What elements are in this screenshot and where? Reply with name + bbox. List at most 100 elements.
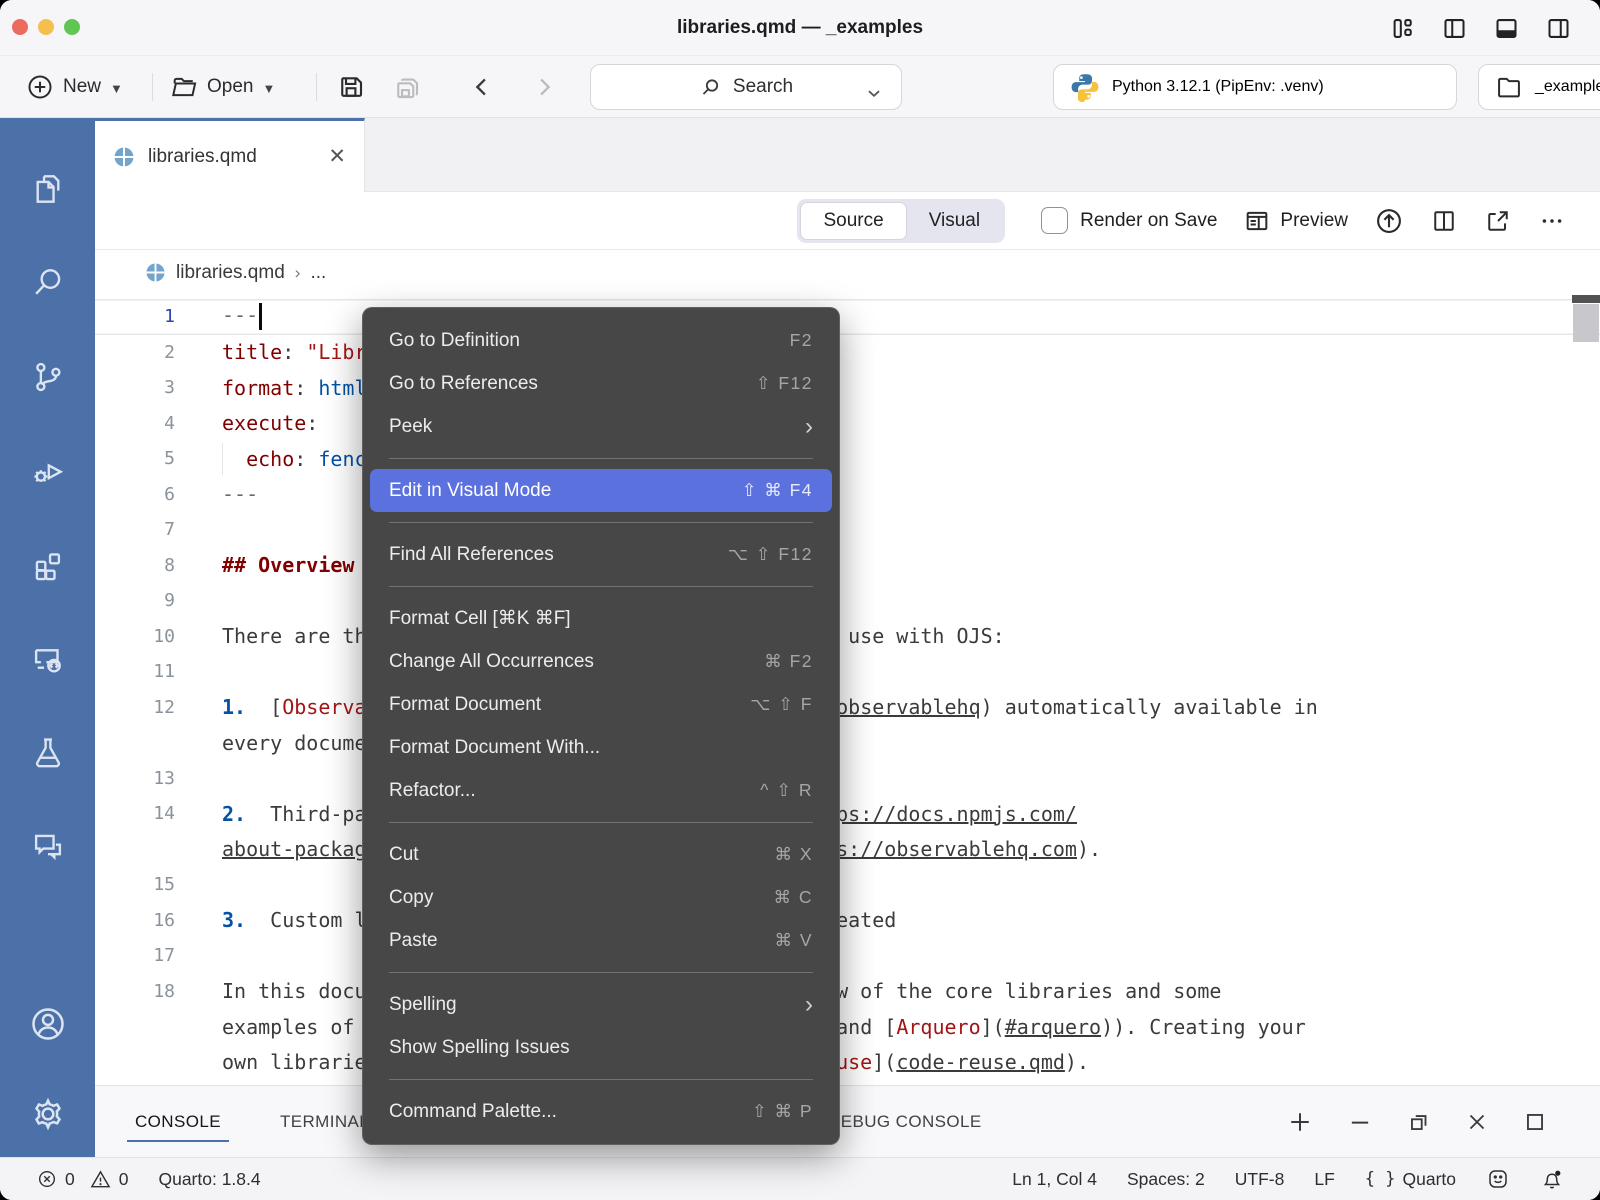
navigate-forward-button[interactable] [530,56,558,117]
code-line[interactable]: 3format: html [95,370,1600,406]
menu-item-go-to-definition[interactable]: Go to DefinitionF2 [363,319,839,362]
quarto-version-status[interactable]: Quarto: 1.8.4 [158,1169,260,1190]
save-all-button[interactable] [392,56,422,117]
breadcrumb[interactable]: libraries.qmd › ... [95,250,1600,295]
open-button[interactable]: Open ▼ [170,56,275,117]
menu-item-change-all-occurrences[interactable]: Change All Occurrences⌘ F2 [363,640,839,683]
menu-item-cut[interactable]: Cut⌘ X [363,833,839,876]
menu-item-peek[interactable]: Peek› [363,405,839,448]
menu-item-show-spelling-issues[interactable]: Show Spelling Issues [363,1026,839,1069]
code-line[interactable]: 8## Overview [95,548,1600,584]
search-chevron-icon[interactable] [863,82,885,104]
customize-layout-icon[interactable] [1389,15,1416,42]
warning-count: 0 [119,1169,129,1190]
panel-minimize-icon[interactable] [1346,1108,1374,1136]
code-line[interactable]: 9 [95,583,1600,619]
remote-explorer-icon[interactable] [0,612,95,706]
toggle-secondary-sidebar-icon[interactable] [1545,15,1572,42]
code-line[interactable]: 17 [95,938,1600,974]
code-line[interactable]: 4execute: [95,406,1600,442]
indentation-status[interactable]: Spaces: 2 [1127,1169,1205,1190]
breadcrumb-more[interactable]: ... [310,262,326,284]
new-button[interactable]: New ▼ [26,56,123,117]
menu-item-go-to-references[interactable]: Go to References⇧ F12 [363,362,839,405]
code-line[interactable]: 1--- [95,299,1600,335]
code-line[interactable]: 2title: "Libraries" [95,335,1600,371]
menu-item-spelling[interactable]: Spelling› [363,983,839,1026]
comments-icon[interactable] [0,800,95,894]
notifications-bell-icon[interactable] [1540,1167,1564,1191]
code-line[interactable]: own libraries is covered in the article … [95,1045,1600,1081]
menu-item-find-all-references[interactable]: Find All References⌥ ⇧ F12 [363,533,839,576]
navigate-back-button[interactable] [468,56,496,117]
code-line[interactable]: 163. Custom libraries you or your collea… [95,903,1600,939]
cursor-position-status[interactable]: Ln 1, Col 4 [1012,1169,1097,1190]
search-sidebar-icon[interactable] [0,236,95,330]
menu-item-paste[interactable]: Paste⌘ V [363,919,839,962]
panel-close-icon[interactable] [1464,1109,1490,1135]
render-button[interactable] [1374,206,1404,236]
language-mode-status[interactable]: { } Quarto [1365,1169,1456,1190]
code-line[interactable]: 142. Third-party JavaScript libraries fr… [95,796,1600,832]
account-icon[interactable] [0,977,95,1071]
code-line[interactable]: 5 echo: fenced [95,441,1600,477]
code-line[interactable]: 10There are three types of libraries you… [95,619,1600,655]
menu-item-copy[interactable]: Copy⌘ C [363,876,839,919]
extensions-icon[interactable] [0,518,95,612]
menu-item-format-document[interactable]: Format Document⌥ ⇧ F [363,683,839,726]
scrollbar-thumb[interactable] [1573,304,1599,342]
project-selector[interactable]: _examples [1478,64,1600,110]
tab-libraries-qmd[interactable]: libraries.qmd ✕ [95,118,365,192]
more-actions-icon[interactable] [1538,207,1566,235]
code-line[interactable]: 18In this document we'll provide a high-… [95,974,1600,1010]
panel-add-icon[interactable] [1286,1108,1314,1136]
code-editor[interactable]: 1---2title: "Libraries"3format: html4exe… [95,295,1600,1085]
split-editor-icon[interactable] [1430,207,1458,235]
mode-source-button[interactable]: Source [800,202,906,240]
settings-gear-icon[interactable] [0,1071,95,1157]
line-number: 11 [95,661,175,682]
render-on-save-toggle[interactable]: Render on Save [1041,207,1217,234]
panel-maximize-icon[interactable] [1522,1109,1548,1135]
warnings-indicator[interactable]: 0 [89,1168,129,1191]
code-line[interactable]: 13 [95,761,1600,797]
problems-indicator[interactable]: 0 [36,1168,75,1190]
panel-tab-debug-console[interactable]: DEBUG CONSOLE [826,1086,984,1157]
panel-tab-terminal[interactable]: TERMINAL [278,1086,371,1157]
code-line[interactable]: 6--- [95,477,1600,513]
panel-tab-console[interactable]: CONSOLE [133,1086,223,1157]
open-in-new-window-icon[interactable] [1484,207,1512,235]
mode-toggle: Source Visual [797,199,1005,243]
run-and-debug-icon[interactable] [0,424,95,518]
toggle-primary-sidebar-icon[interactable] [1441,15,1468,42]
menu-item-command-palette[interactable]: Command Palette...⇧ ⌘ P [363,1090,839,1133]
menu-item-refactor[interactable]: Refactor...^ ⇧ R [363,769,839,812]
panel-restore-icon[interactable] [1406,1109,1432,1135]
save-button[interactable] [336,56,366,117]
code-line[interactable]: 121. [Observable core libraries](https:/… [95,690,1600,726]
encoding-status[interactable]: UTF-8 [1235,1169,1285,1190]
code-line[interactable]: about-packages-and-modules) and [Observa… [95,832,1600,868]
code-line[interactable]: 11 [95,654,1600,690]
code-line[interactable]: examples of using third-party libraries … [95,1009,1600,1045]
testing-icon[interactable] [0,706,95,800]
tab-close-icon[interactable]: ✕ [328,146,346,167]
code-line[interactable]: every document. [95,725,1600,761]
interpreter-selector[interactable]: Python 3.12.1 (PipEnv: .venv) [1053,64,1457,110]
code-line[interactable]: 15 [95,867,1600,903]
render-on-save-checkbox[interactable] [1041,207,1068,234]
preview-button[interactable]: Preview [1243,207,1348,235]
mode-visual-button[interactable]: Visual [907,202,1002,240]
menu-item-format-document-with[interactable]: Format Document With... [363,726,839,769]
toggle-panel-icon[interactable] [1493,15,1520,42]
source-control-icon[interactable] [0,330,95,424]
menu-item-format-cell[interactable]: Format Cell [⌘K ⌘F] [363,597,839,640]
explorer-icon[interactable] [0,142,95,236]
menu-item-edit-in-visual-mode[interactable]: Edit in Visual Mode⇧ ⌘ F4 [370,469,832,512]
breadcrumb-file[interactable]: libraries.qmd [176,262,285,284]
line-number: 9 [95,590,175,611]
search-input[interactable]: Search [590,64,902,110]
eol-status[interactable]: LF [1314,1169,1334,1190]
code-line[interactable]: 7 [95,512,1600,548]
feedback-smiley-icon[interactable] [1486,1167,1510,1191]
